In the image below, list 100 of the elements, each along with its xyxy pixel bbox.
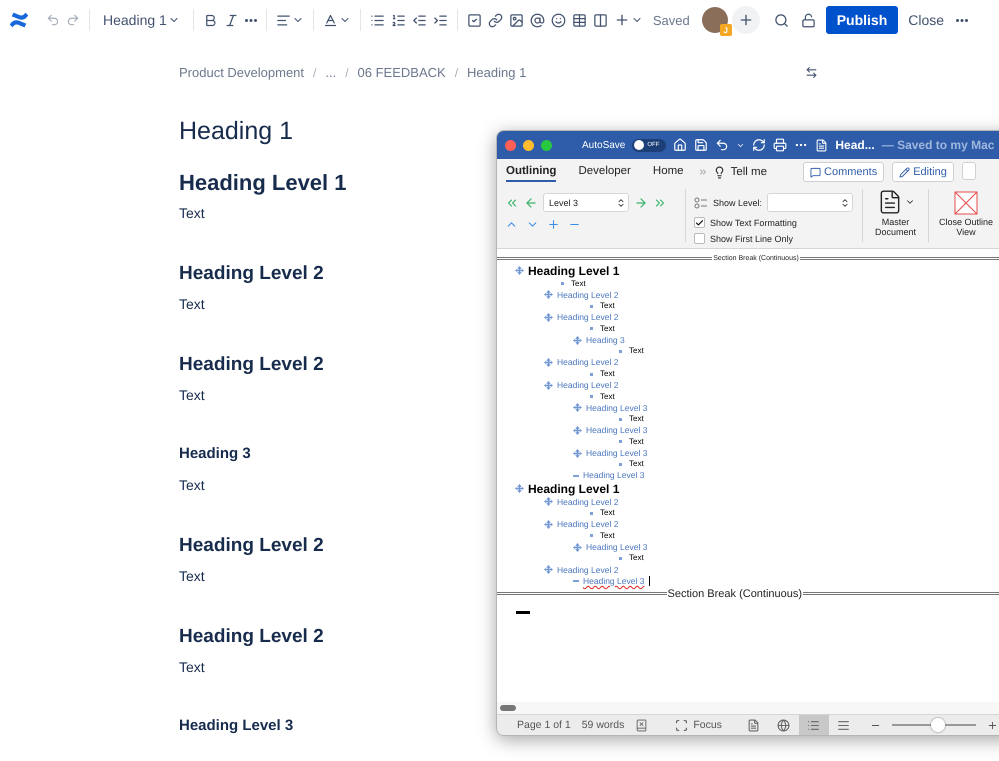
emoji-button[interactable] <box>548 10 568 30</box>
outline-body-text: Text <box>600 509 615 518</box>
move-handle-icon <box>515 484 524 494</box>
checkbox[interactable] <box>694 217 705 228</box>
page-icon <box>747 718 760 732</box>
move-handle-icon <box>544 290 553 300</box>
breadcrumb-link[interactable]: ... <box>325 65 336 80</box>
table-icon <box>572 12 587 28</box>
chevrons-icon <box>698 167 708 177</box>
save-location: — Saved to my Mac <box>882 138 994 152</box>
bullet-icon <box>590 327 593 330</box>
ellipsis-icon <box>244 18 257 22</box>
focus-button[interactable]: Focus <box>669 718 728 732</box>
pencil-icon <box>899 166 910 178</box>
text-color-icon <box>322 12 338 28</box>
more-button[interactable] <box>954 16 970 24</box>
scrollbar-thumb[interactable] <box>500 705 516 711</box>
task-icon <box>466 12 482 28</box>
heading: Heading Level 1 <box>179 170 347 197</box>
focus-icon <box>675 718 688 732</box>
outline-body-text: Text <box>629 460 644 468</box>
outline-heading: Heading Level 2 <box>557 566 618 574</box>
layout-icon <box>592 12 608 28</box>
outline-body-text: Text <box>629 347 644 356</box>
move-handle-icon <box>544 358 553 368</box>
home-icon <box>673 138 688 152</box>
more-formatting-button[interactable] <box>242 16 259 24</box>
checkbox[interactable] <box>694 233 705 244</box>
show-level-label: Show Level: <box>713 198 762 208</box>
mention-button[interactable] <box>528 10 547 30</box>
tell-me-button[interactable]: Tell me <box>692 164 774 180</box>
body-text: Text <box>179 205 205 223</box>
outline-body-text: Text <box>600 302 615 310</box>
link-icon <box>488 12 503 28</box>
bullet-icon <box>590 372 593 376</box>
outline-heading: Heading Level 3 <box>583 471 644 480</box>
outline-body-text: Text <box>629 438 644 446</box>
ribbon-tab[interactable]: Outlining <box>506 162 556 182</box>
bullet-icon <box>619 350 622 353</box>
heading: Heading Level 3 <box>179 717 294 736</box>
heading: Heading Level 2 <box>179 263 324 286</box>
outline-body-text: Text <box>571 280 586 288</box>
heading: Heading Level 2 <box>179 354 324 377</box>
close-button[interactable]: Close <box>900 6 952 34</box>
bullet-icon <box>590 304 593 308</box>
move-handle-icon <box>544 565 553 574</box>
link-button[interactable] <box>486 10 505 30</box>
image-icon <box>508 12 524 28</box>
redo-icon <box>752 138 766 152</box>
checkbox-label: Show First Line Only <box>710 234 794 244</box>
outline-heading: Heading Level 2 <box>557 498 618 506</box>
ellipsis-icon <box>956 18 968 22</box>
body-text: Text <box>179 568 205 586</box>
body-text: Text <box>179 296 205 314</box>
proofing-icon <box>635 718 648 732</box>
breadcrumb-link[interactable]: 06 FEEDBACK <box>358 65 446 80</box>
breadcrumb-separator: / <box>313 66 316 80</box>
zoom-in-icon <box>986 720 998 730</box>
editing-button[interactable]: Editing <box>892 162 954 182</box>
breadcrumb-link[interactable]: Heading 1 <box>467 65 526 80</box>
outline-heading: Heading 3 <box>586 336 625 344</box>
outline-heading: Heading Level 3 <box>586 426 648 435</box>
document-icon <box>815 138 828 152</box>
outline-heading: Heading Level 3 <box>586 448 648 458</box>
outline-heading: Heading Level 2 <box>557 358 618 367</box>
save-status: Saved <box>652 12 690 28</box>
italic-icon <box>224 12 239 28</box>
bullet-icon <box>619 556 622 560</box>
publish-button[interactable]: Publish <box>826 6 898 34</box>
section-break: Section Break (Continuous) <box>668 588 802 600</box>
heading: Heading Level 2 <box>179 626 324 649</box>
comments-button[interactable]: Comments <box>803 162 884 182</box>
numbered-list-icon <box>390 12 406 28</box>
outline-body-text: Text <box>629 415 644 424</box>
checkbox-label: Show Text Formatting <box>710 218 797 228</box>
autosave-label: AutoSave <box>582 140 626 150</box>
outline-level-select[interactable]: Level 3 <box>543 193 629 212</box>
breadcrumb-link[interactable]: Product Development <box>179 65 304 80</box>
invite-button[interactable] <box>732 6 760 34</box>
ribbon-tab[interactable]: Developer <box>578 162 631 182</box>
close-outline-view-button[interactable]: Close Outline View <box>937 191 995 238</box>
text-style-dropdown[interactable]: Heading 1 <box>101 10 182 30</box>
body-text: Text <box>179 659 205 677</box>
minimize-window-button[interactable] <box>523 140 534 150</box>
restrictions-icon <box>800 12 816 28</box>
view-button[interactable] <box>798 715 829 735</box>
outline-heading: Heading Level 2 <box>557 381 618 390</box>
bullet-icon <box>619 462 622 466</box>
master-document-button[interactable]: Master Document <box>871 189 920 238</box>
undo-icon <box>46 13 60 27</box>
move-handle-icon <box>573 542 582 552</box>
bullet-icon <box>590 395 593 398</box>
redo-icon <box>66 13 80 27</box>
avatar-badge: J <box>720 24 732 36</box>
move-handle-icon <box>544 380 553 390</box>
ribbon-tab[interactable]: Home <box>652 162 684 182</box>
maximize-window-button[interactable] <box>541 140 552 150</box>
move-handle-icon <box>515 266 524 275</box>
bullet-icon <box>590 534 593 538</box>
zoom-thumb[interactable] <box>931 718 946 732</box>
